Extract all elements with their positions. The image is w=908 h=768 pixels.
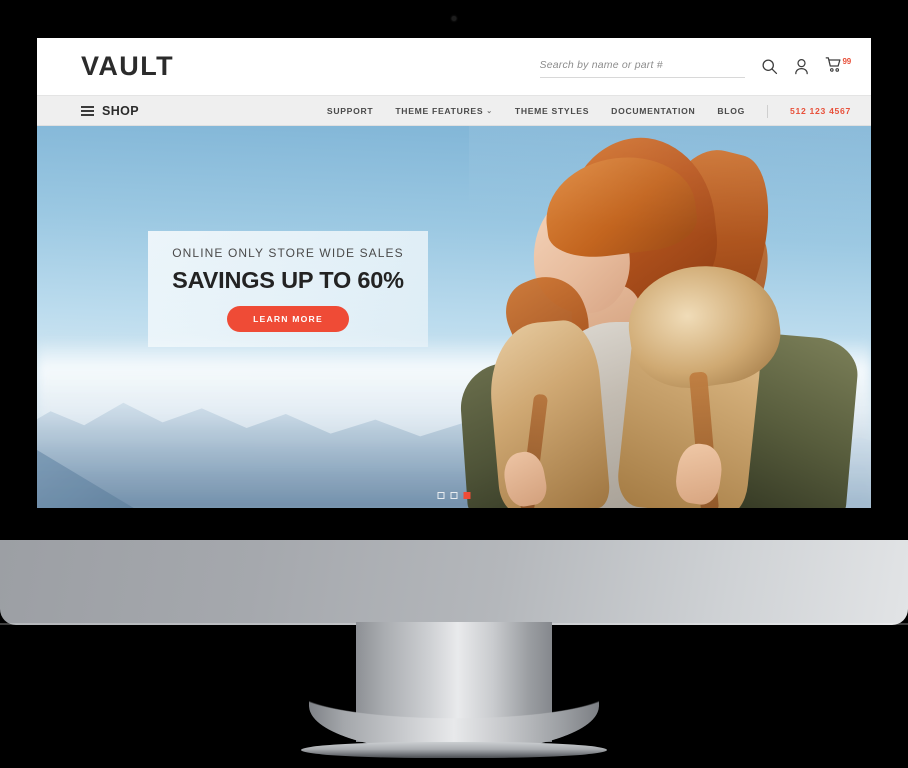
cart-count-badge: 99 [842, 56, 852, 66]
search-input[interactable] [539, 59, 745, 71]
hero-title: SAVINGS UP TO 60% [172, 267, 404, 293]
site-header: VAULT Search by name or part # 99 [37, 38, 871, 95]
main-navigation: SHOP SUPPORT THEME FEATURES ⌄ THEME STYL… [37, 95, 871, 126]
hero-promo-panel: ONLINE ONLY STORE WIDE SALES SAVINGS UP … [148, 231, 428, 347]
carousel-dot-1[interactable] [437, 492, 445, 499]
hero-model-photo [457, 126, 871, 508]
carousel-dots [437, 492, 471, 499]
nav-item-theme-features-label: THEME FEATURES [395, 106, 484, 116]
nav-divider [767, 104, 769, 118]
hamburger-icon [81, 106, 94, 116]
carousel-dot-3[interactable] [463, 492, 471, 499]
cart-button[interactable]: 99 [825, 56, 852, 78]
user-icon[interactable] [794, 58, 809, 75]
carousel-dot-2[interactable] [450, 492, 458, 499]
nav-item-support-label: SUPPORT [326, 106, 374, 116]
nav-phone-number[interactable]: 512 123 4567 [790, 106, 851, 116]
search-field-wrapper[interactable] [539, 55, 745, 78]
shop-menu-button[interactable]: SHOP [81, 104, 139, 118]
monitor-screen: VAULT Search by name or part # 99 SHOP S… [37, 38, 871, 508]
nav-item-support[interactable]: SUPPORT [327, 106, 373, 116]
learn-more-button[interactable]: LEARN MORE [227, 306, 349, 332]
nav-links: SUPPORT THEME FEATURES ⌄ THEME STYLES DO… [327, 104, 851, 118]
hero-kicker-text: ONLINE ONLY STORE WIDE SALES [172, 246, 404, 260]
nav-item-documentation-label: DOCUMENTATION [611, 106, 696, 116]
nav-item-theme-features[interactable]: THEME FEATURES ⌄ [395, 106, 493, 116]
screenshot-root: VAULT Search by name or part # 99 SHOP S… [0, 0, 908, 768]
monitor-chin [0, 540, 908, 625]
chevron-down-icon: ⌄ [486, 107, 493, 115]
webcam-icon [451, 16, 457, 21]
nav-item-blog-label: BLOG [717, 106, 746, 116]
nav-item-theme-styles-label: THEME STYLES [514, 106, 590, 116]
nav-item-theme-styles[interactable]: THEME STYLES [515, 106, 589, 116]
nav-item-documentation[interactable]: DOCUMENTATION [611, 106, 695, 116]
monitor-stand-base [301, 742, 607, 758]
header-actions: 99 [539, 55, 852, 78]
search-icon[interactable] [761, 58, 778, 75]
hero-banner: ONLINE ONLY STORE WIDE SALES SAVINGS UP … [37, 126, 871, 508]
shop-label: SHOP [102, 104, 140, 118]
brand-logo[interactable]: VAULT [81, 51, 174, 82]
nav-item-blog[interactable]: BLOG [717, 106, 745, 116]
cart-icon [825, 56, 842, 78]
